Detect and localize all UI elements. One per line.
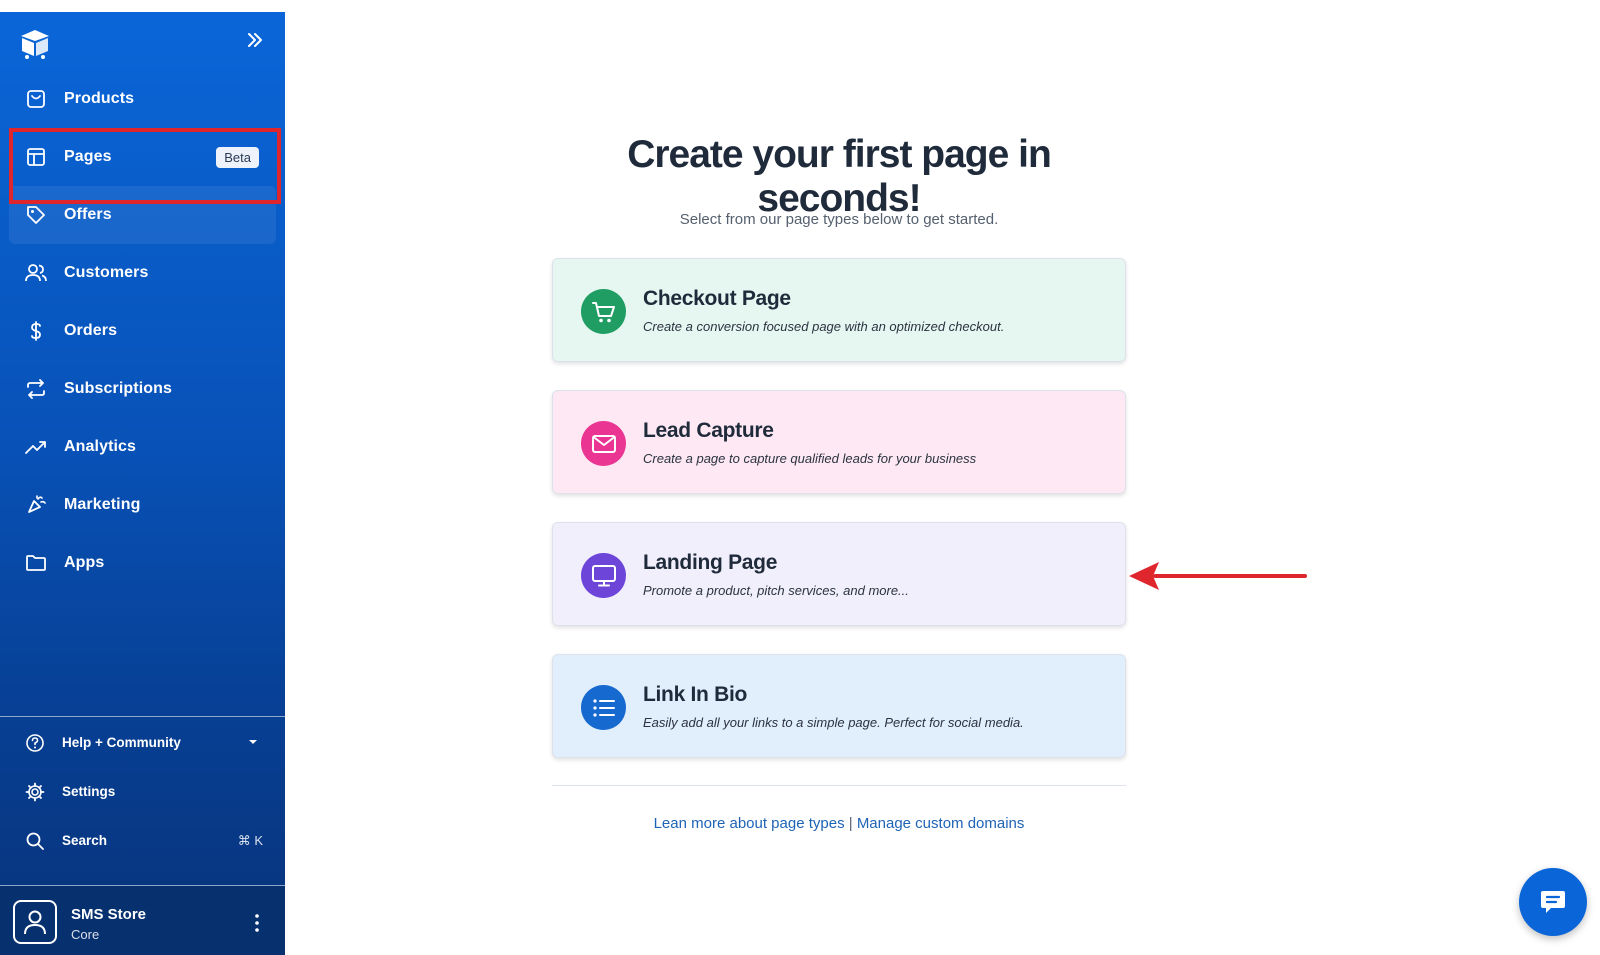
chat-button[interactable] <box>1519 868 1587 936</box>
card-description: Create a conversion focused page with an… <box>643 319 1005 334</box>
sidebar-bottom-nav: Help + Community Settings Search ⌘ K <box>0 718 285 865</box>
trending-up-icon <box>24 435 48 459</box>
avatar[interactable] <box>13 900 57 944</box>
card-link-in-bio[interactable]: Link In Bio Easily add all your links to… <box>552 654 1126 758</box>
store-name: SMS Store <box>71 906 147 923</box>
tag-icon <box>24 203 48 227</box>
sidebar-item-products[interactable]: Products <box>0 70 285 128</box>
store-profile[interactable]: SMS Store Core <box>0 886 285 955</box>
divider <box>552 785 1126 786</box>
main-content: Create your first page in seconds! Selec… <box>285 0 1600 955</box>
sidebar-item-label: Subscriptions <box>64 380 172 397</box>
sidebar-item-orders[interactable]: Orders <box>0 302 285 360</box>
sidebar-item-help[interactable]: Help + Community <box>0 718 285 767</box>
sidebar-item-label: Products <box>64 90 135 107</box>
dollar-icon <box>24 319 48 343</box>
sidebar-item-label: Offers <box>64 206 112 223</box>
sidebar-item-label: Pages <box>64 148 112 165</box>
app-window: Products Pages Beta Offers Customers Ord… <box>0 0 1600 955</box>
sidebar-item-label: Apps <box>64 554 105 571</box>
logo-icon[interactable] <box>18 26 52 60</box>
help-circle-icon <box>25 733 45 753</box>
card-title: Link In Bio <box>643 683 748 706</box>
sidebar-item-customers[interactable]: Customers <box>0 244 285 302</box>
search-icon <box>25 831 45 851</box>
sidebar-item-subscriptions[interactable]: Subscriptions <box>0 360 285 418</box>
megaphone-icon <box>24 493 48 517</box>
card-description: Create a page to capture qualified leads… <box>643 451 977 466</box>
sidebar-item-offers[interactable]: Offers <box>9 186 276 244</box>
link-separator: | <box>844 815 857 832</box>
sidebar-item-apps[interactable]: Apps <box>0 534 285 592</box>
monitor-icon <box>581 553 626 598</box>
users-icon <box>24 261 48 285</box>
mail-icon <box>581 421 626 466</box>
sidebar-divider <box>0 716 285 717</box>
user-icon <box>24 910 46 935</box>
folder-icon <box>24 551 48 575</box>
card-title: Lead Capture <box>643 419 774 442</box>
cart-icon <box>581 289 626 334</box>
manage-domains-link[interactable]: Manage custom domains <box>857 815 1025 832</box>
repeat-icon <box>24 377 48 401</box>
card-lead-capture[interactable]: Lead Capture Create a page to capture qu… <box>552 390 1126 494</box>
card-description: Promote a product, pitch services, and m… <box>643 583 909 598</box>
search-shortcut: ⌘ K <box>237 832 263 848</box>
caret-down-icon[interactable] <box>248 739 258 745</box>
chevrons-right-icon[interactable] <box>245 30 265 50</box>
sidebar-item-search[interactable]: Search ⌘ K <box>0 816 285 865</box>
card-checkout-page[interactable]: Checkout Page Create a conversion focuse… <box>552 258 1126 362</box>
beta-badge: Beta <box>216 147 259 168</box>
store-plan: Core <box>71 927 100 942</box>
sidebar-item-label: Orders <box>64 322 118 339</box>
sidebar-nav: Products Pages Beta Offers Customers Ord… <box>0 70 285 592</box>
annotation-arrow <box>1129 562 1307 590</box>
shopping-bag-icon <box>24 87 48 111</box>
chat-icon <box>1541 891 1565 913</box>
more-vertical-icon[interactable] <box>254 912 260 934</box>
sidebar: Products Pages Beta Offers Customers Ord… <box>0 12 285 955</box>
layout-icon <box>24 145 48 169</box>
sidebar-item-analytics[interactable]: Analytics <box>0 418 285 476</box>
footer-links: Lean more about page types | Manage cust… <box>549 815 1129 832</box>
sidebar-item-marketing[interactable]: Marketing <box>0 476 285 534</box>
sidebar-item-label: Settings <box>62 784 116 799</box>
learn-more-link[interactable]: Lean more about page types <box>654 815 845 832</box>
list-icon <box>581 685 626 730</box>
sidebar-item-pages[interactable]: Pages Beta <box>0 128 285 186</box>
card-description: Easily add all your links to a simple pa… <box>643 715 1024 730</box>
card-title: Landing Page <box>643 551 778 574</box>
sidebar-header <box>0 12 285 70</box>
card-landing-page[interactable]: Landing Page Promote a product, pitch se… <box>552 522 1126 626</box>
gear-icon <box>25 782 45 802</box>
page-title: Create your first page in seconds! <box>627 133 1052 220</box>
page-subtitle: Select from our page types below to get … <box>679 211 999 228</box>
sidebar-item-settings[interactable]: Settings <box>0 767 285 816</box>
sidebar-item-label: Customers <box>64 264 149 281</box>
sidebar-item-label: Help + Community <box>62 735 181 750</box>
sidebar-item-label: Analytics <box>64 438 137 455</box>
sidebar-item-label: Marketing <box>64 496 141 513</box>
sidebar-item-label: Search <box>62 833 108 848</box>
card-title: Checkout Page <box>643 287 791 310</box>
